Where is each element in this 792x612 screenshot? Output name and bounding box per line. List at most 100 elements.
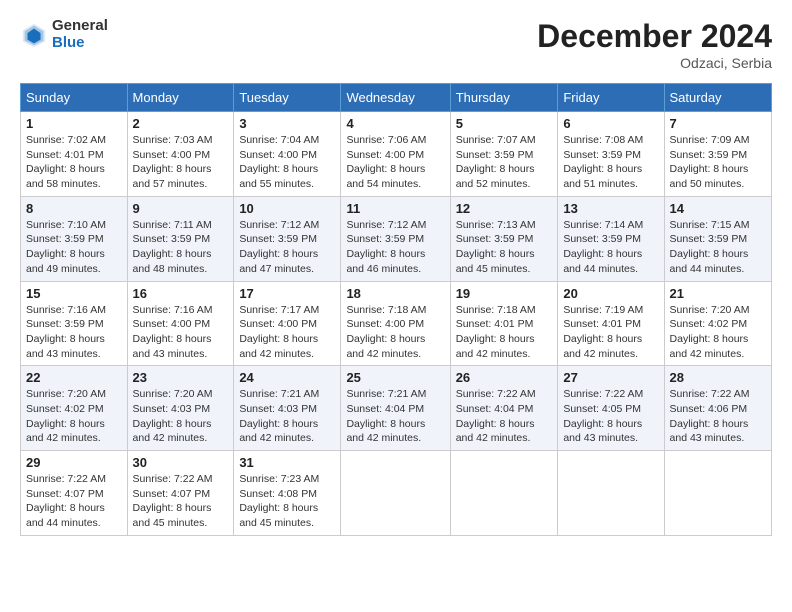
day-cell: 31 Sunrise: 7:23 AM Sunset: 4:08 PM Dayli… bbox=[234, 451, 341, 536]
day-info: Sunrise: 7:15 AM Sunset: 3:59 PM Dayligh… bbox=[670, 218, 766, 277]
day-info: Sunrise: 7:03 AM Sunset: 4:00 PM Dayligh… bbox=[133, 133, 229, 192]
day-number: 16 bbox=[133, 286, 229, 301]
day-number: 23 bbox=[133, 370, 229, 385]
day-info: Sunrise: 7:21 AM Sunset: 4:03 PM Dayligh… bbox=[239, 387, 335, 446]
week-row-4: 22 Sunrise: 7:20 AM Sunset: 4:02 PM Dayli… bbox=[21, 366, 772, 451]
day-number: 19 bbox=[456, 286, 553, 301]
header: General Blue December 2024 Odzaci, Serbi… bbox=[20, 18, 772, 71]
day-cell: 10 Sunrise: 7:12 AM Sunset: 3:59 PM Dayli… bbox=[234, 196, 341, 281]
day-info: Sunrise: 7:23 AM Sunset: 4:08 PM Dayligh… bbox=[239, 472, 335, 531]
day-cell: 6 Sunrise: 7:08 AM Sunset: 3:59 PM Daylig… bbox=[558, 112, 664, 197]
day-number: 4 bbox=[346, 116, 444, 131]
day-number: 14 bbox=[670, 201, 766, 216]
day-info: Sunrise: 7:16 AM Sunset: 4:00 PM Dayligh… bbox=[133, 303, 229, 362]
day-info: Sunrise: 7:20 AM Sunset: 4:02 PM Dayligh… bbox=[670, 303, 766, 362]
day-info: Sunrise: 7:22 AM Sunset: 4:06 PM Dayligh… bbox=[670, 387, 766, 446]
logo-text: General Blue bbox=[52, 18, 108, 51]
day-number: 7 bbox=[670, 116, 766, 131]
day-cell: 2 Sunrise: 7:03 AM Sunset: 4:00 PM Daylig… bbox=[127, 112, 234, 197]
day-number: 3 bbox=[239, 116, 335, 131]
day-info: Sunrise: 7:04 AM Sunset: 4:00 PM Dayligh… bbox=[239, 133, 335, 192]
day-number: 21 bbox=[670, 286, 766, 301]
day-cell bbox=[558, 451, 664, 536]
col-friday: Friday bbox=[558, 84, 664, 112]
day-cell: 11 Sunrise: 7:12 AM Sunset: 3:59 PM Dayli… bbox=[341, 196, 450, 281]
logo-blue: Blue bbox=[52, 35, 108, 52]
day-cell: 8Sunrise: 7:10 AM Sunset: 3:59 PM Daylig… bbox=[21, 196, 128, 281]
day-cell: 19Sunrise: 7:18 AM Sunset: 4:01 PM Dayli… bbox=[450, 281, 558, 366]
day-cell: 28 Sunrise: 7:22 AM Sunset: 4:06 PM Dayli… bbox=[664, 366, 771, 451]
day-info: Sunrise: 7:17 AM Sunset: 4:00 PM Dayligh… bbox=[239, 303, 335, 362]
day-cell: 17 Sunrise: 7:17 AM Sunset: 4:00 PM Dayli… bbox=[234, 281, 341, 366]
day-number: 8 bbox=[26, 201, 122, 216]
day-info: Sunrise: 7:21 AM Sunset: 4:04 PM Dayligh… bbox=[346, 387, 444, 446]
day-number: 12 bbox=[456, 201, 553, 216]
day-info: Sunrise: 7:12 AM Sunset: 3:59 PM Dayligh… bbox=[239, 218, 335, 277]
day-number: 28 bbox=[670, 370, 766, 385]
day-info: Sunrise: 7:14 AM Sunset: 3:59 PM Dayligh… bbox=[563, 218, 658, 277]
day-cell: 3 Sunrise: 7:04 AM Sunset: 4:00 PM Daylig… bbox=[234, 112, 341, 197]
day-info: Sunrise: 7:20 AM Sunset: 4:02 PM Dayligh… bbox=[26, 387, 122, 446]
day-cell bbox=[341, 451, 450, 536]
day-cell: 22 Sunrise: 7:20 AM Sunset: 4:02 PM Dayli… bbox=[21, 366, 128, 451]
col-wednesday: Wednesday bbox=[341, 84, 450, 112]
day-number: 15 bbox=[26, 286, 122, 301]
day-cell bbox=[450, 451, 558, 536]
day-cell: 21 Sunrise: 7:20 AM Sunset: 4:02 PM Dayli… bbox=[664, 281, 771, 366]
day-cell: 30Sunrise: 7:22 AM Sunset: 4:07 PM Dayli… bbox=[127, 451, 234, 536]
day-cell: 12 Sunrise: 7:13 AM Sunset: 3:59 PM Dayli… bbox=[450, 196, 558, 281]
day-info: Sunrise: 7:07 AM Sunset: 3:59 PM Dayligh… bbox=[456, 133, 553, 192]
day-info: Sunrise: 7:18 AM Sunset: 4:00 PM Dayligh… bbox=[346, 303, 444, 362]
day-cell: 1Sunrise: 7:02 AM Sunset: 4:01 PM Daylig… bbox=[21, 112, 128, 197]
day-number: 20 bbox=[563, 286, 658, 301]
day-number: 11 bbox=[346, 201, 444, 216]
day-cell: 9Sunrise: 7:11 AM Sunset: 3:59 PM Daylig… bbox=[127, 196, 234, 281]
day-number: 27 bbox=[563, 370, 658, 385]
day-cell: 23 Sunrise: 7:20 AM Sunset: 4:03 PM Dayli… bbox=[127, 366, 234, 451]
day-number: 31 bbox=[239, 455, 335, 470]
logo-icon bbox=[20, 21, 48, 49]
day-number: 26 bbox=[456, 370, 553, 385]
day-info: Sunrise: 7:19 AM Sunset: 4:01 PM Dayligh… bbox=[563, 303, 658, 362]
day-cell: 26Sunrise: 7:22 AM Sunset: 4:04 PM Dayli… bbox=[450, 366, 558, 451]
day-number: 5 bbox=[456, 116, 553, 131]
day-info: Sunrise: 7:08 AM Sunset: 3:59 PM Dayligh… bbox=[563, 133, 658, 192]
col-saturday: Saturday bbox=[664, 84, 771, 112]
day-info: Sunrise: 7:16 AM Sunset: 3:59 PM Dayligh… bbox=[26, 303, 122, 362]
col-tuesday: Tuesday bbox=[234, 84, 341, 112]
day-info: Sunrise: 7:06 AM Sunset: 4:00 PM Dayligh… bbox=[346, 133, 444, 192]
header-row: Sunday Monday Tuesday Wednesday Thursday… bbox=[21, 84, 772, 112]
col-thursday: Thursday bbox=[450, 84, 558, 112]
week-row-1: 1Sunrise: 7:02 AM Sunset: 4:01 PM Daylig… bbox=[21, 112, 772, 197]
title-block: December 2024 Odzaci, Serbia bbox=[537, 18, 772, 71]
day-cell bbox=[664, 451, 771, 536]
day-number: 2 bbox=[133, 116, 229, 131]
day-cell: 13Sunrise: 7:14 AM Sunset: 3:59 PM Dayli… bbox=[558, 196, 664, 281]
day-cell: 25Sunrise: 7:21 AM Sunset: 4:04 PM Dayli… bbox=[341, 366, 450, 451]
day-info: Sunrise: 7:22 AM Sunset: 4:05 PM Dayligh… bbox=[563, 387, 658, 446]
week-row-5: 29 Sunrise: 7:22 AM Sunset: 4:07 PM Dayli… bbox=[21, 451, 772, 536]
day-number: 6 bbox=[563, 116, 658, 131]
day-cell: 16 Sunrise: 7:16 AM Sunset: 4:00 PM Dayli… bbox=[127, 281, 234, 366]
day-number: 29 bbox=[26, 455, 122, 470]
day-info: Sunrise: 7:20 AM Sunset: 4:03 PM Dayligh… bbox=[133, 387, 229, 446]
day-info: Sunrise: 7:11 AM Sunset: 3:59 PM Dayligh… bbox=[133, 218, 229, 277]
day-number: 17 bbox=[239, 286, 335, 301]
calendar-table: Sunday Monday Tuesday Wednesday Thursday… bbox=[20, 83, 772, 536]
logo: General Blue bbox=[20, 18, 108, 51]
day-cell: 15 Sunrise: 7:16 AM Sunset: 3:59 PM Dayli… bbox=[21, 281, 128, 366]
day-cell: 7 Sunrise: 7:09 AM Sunset: 3:59 PM Daylig… bbox=[664, 112, 771, 197]
day-cell: 14 Sunrise: 7:15 AM Sunset: 3:59 PM Dayli… bbox=[664, 196, 771, 281]
day-info: Sunrise: 7:12 AM Sunset: 3:59 PM Dayligh… bbox=[346, 218, 444, 277]
day-number: 22 bbox=[26, 370, 122, 385]
logo-general: General bbox=[52, 18, 108, 35]
day-info: Sunrise: 7:13 AM Sunset: 3:59 PM Dayligh… bbox=[456, 218, 553, 277]
day-cell: 5 Sunrise: 7:07 AM Sunset: 3:59 PM Daylig… bbox=[450, 112, 558, 197]
day-info: Sunrise: 7:09 AM Sunset: 3:59 PM Dayligh… bbox=[670, 133, 766, 192]
col-monday: Monday bbox=[127, 84, 234, 112]
day-info: Sunrise: 7:22 AM Sunset: 4:07 PM Dayligh… bbox=[26, 472, 122, 531]
day-number: 10 bbox=[239, 201, 335, 216]
calendar-page: General Blue December 2024 Odzaci, Serbi… bbox=[0, 0, 792, 546]
location: Odzaci, Serbia bbox=[537, 55, 772, 71]
day-number: 24 bbox=[239, 370, 335, 385]
